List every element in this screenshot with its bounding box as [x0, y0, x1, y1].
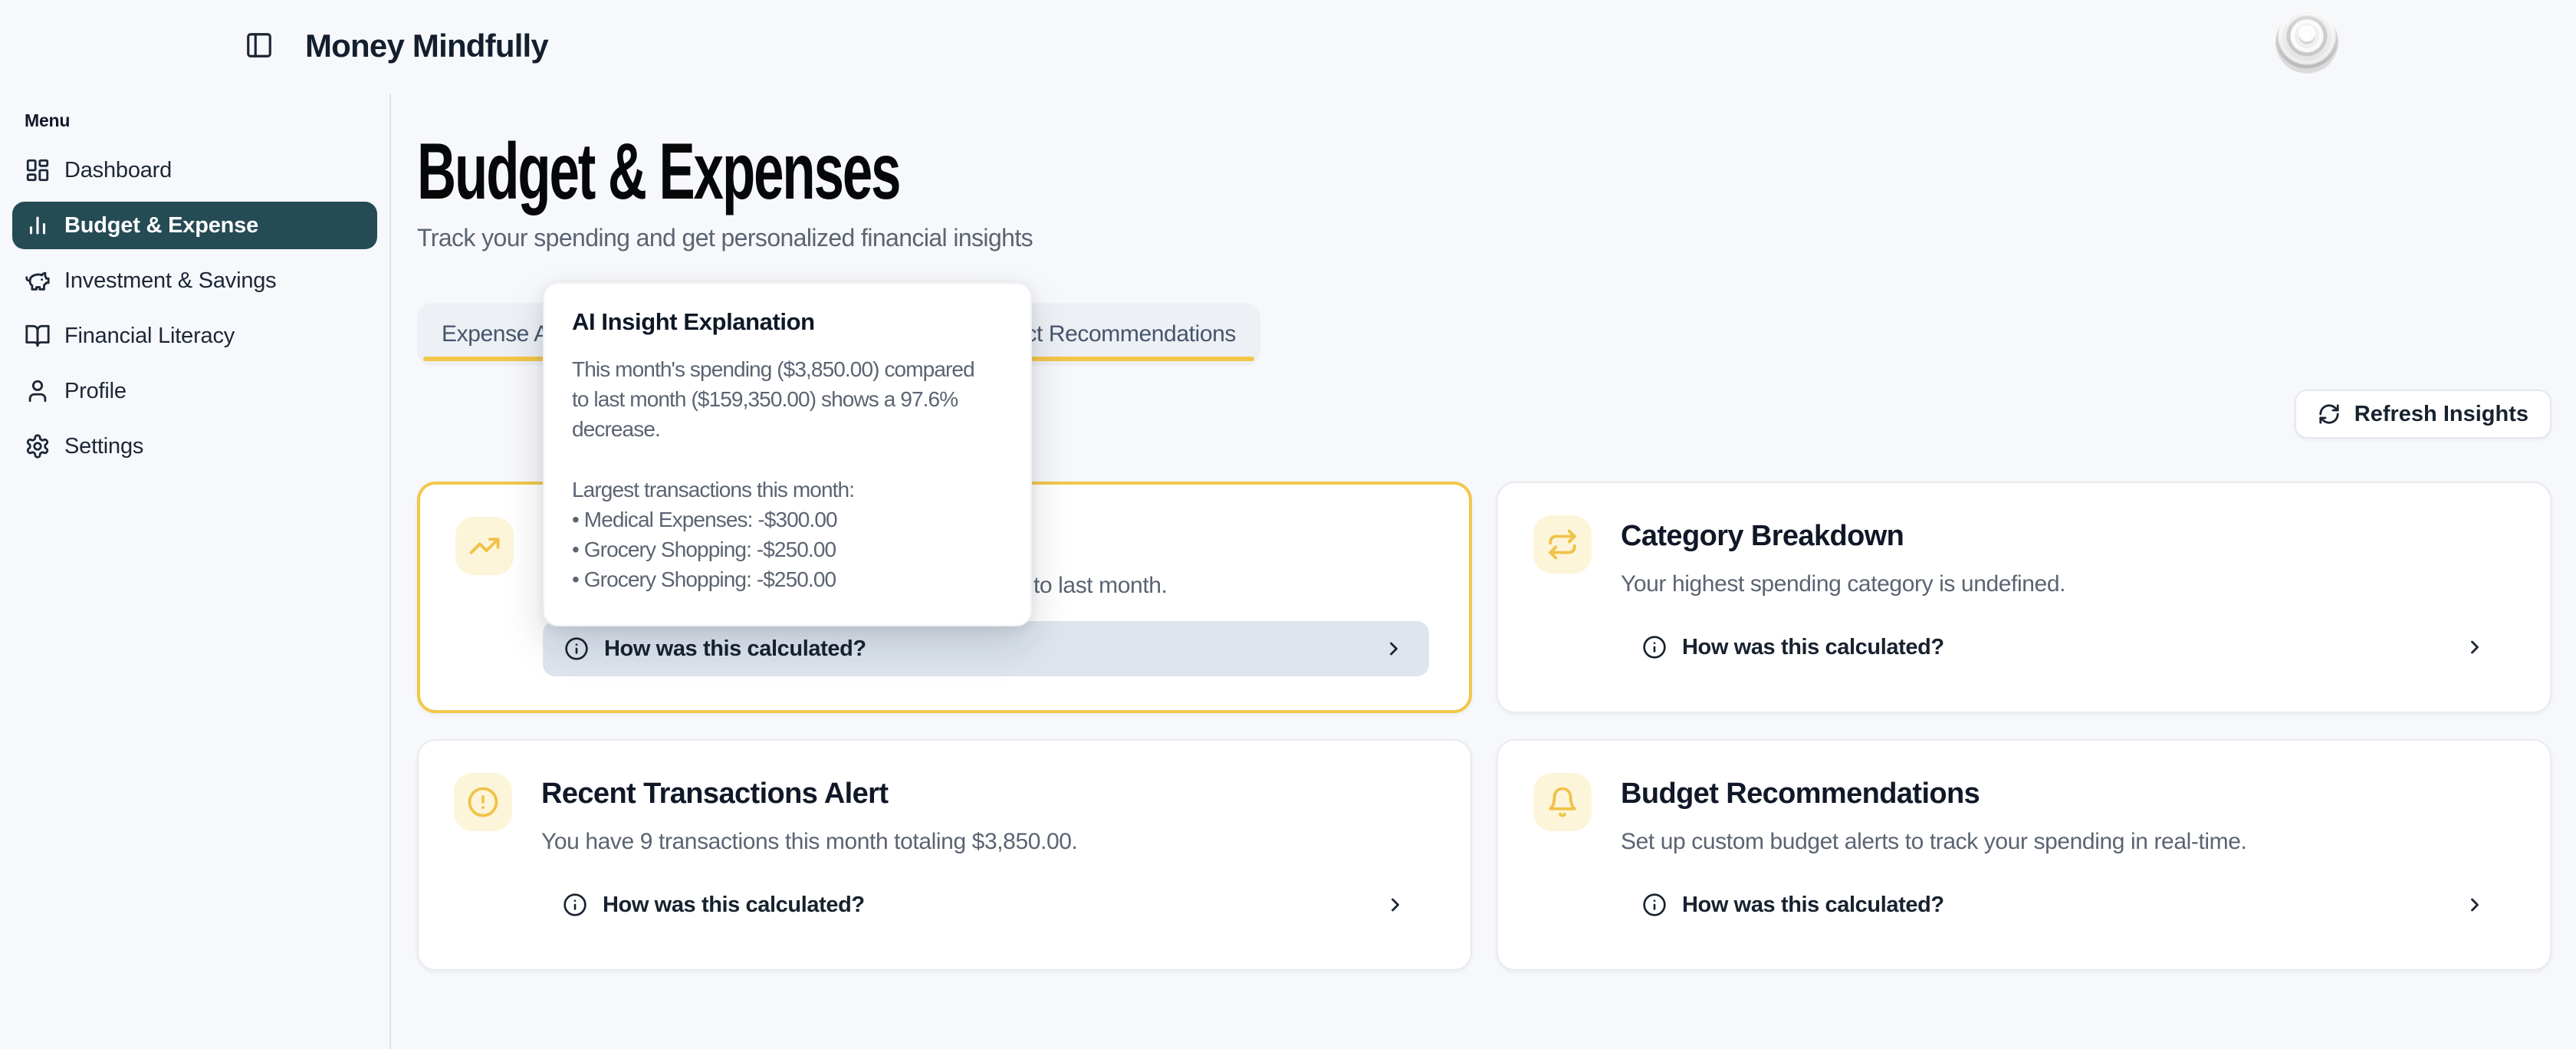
page-subtitle: Track your spending and get personalized… [417, 224, 2551, 252]
gear-icon [25, 433, 51, 459]
book-open-icon [25, 323, 51, 349]
sidebar-item-profile[interactable]: Profile [12, 367, 377, 415]
how-was-this-calculated-link[interactable]: How was this calculated? [541, 877, 1431, 932]
card-description: You have 9 transactions this month total… [541, 827, 1431, 857]
how-was-this-calculated-label: How was this calculated? [1682, 893, 1944, 918]
refresh-icon [2318, 403, 2341, 426]
card-description-fragment: to last month. [1033, 573, 1168, 598]
info-icon [564, 636, 589, 661]
how-was-this-calculated-label: How was this calculated? [603, 893, 865, 918]
how-was-this-calculated-link[interactable]: How was this calculated? [1621, 877, 2510, 932]
ai-insight-tooltip: AI Insight Explanation This month's spen… [543, 282, 1032, 626]
card-body: Recent Transactions Alert You have 9 tra… [541, 776, 1431, 857]
sidebar-item-settings[interactable]: Settings [12, 423, 377, 470]
tooltip-paragraph-1: This month's spending ($3,850.00) compar… [572, 354, 1003, 444]
card-body: Category Breakdown Your highest spending… [1621, 518, 2510, 600]
tooltip-paragraph-2: Largest transactions this month: • Medic… [572, 475, 1003, 594]
sidebar-menu-label: Menu [25, 110, 389, 131]
chevron-right-icon [1385, 894, 1406, 916]
main-layout: Menu Dashboard Budget & Expense Investme… [0, 94, 2576, 1049]
sidebar-item-investment-savings[interactable]: Investment & Savings [12, 257, 377, 304]
card-category-breakdown[interactable]: Category Breakdown Your highest spending… [1497, 482, 2551, 713]
card-title: Recent Transactions Alert [541, 776, 1431, 811]
piggy-bank-icon [25, 268, 51, 294]
card-title: Category Breakdown [1621, 518, 2510, 554]
card-title: Budget Recommendations [1621, 776, 2510, 811]
bell-icon [1533, 773, 1592, 831]
page-title: Budget & Expenses [417, 132, 1868, 212]
sidebar-item-label: Investment & Savings [64, 268, 276, 294]
info-icon [1642, 635, 1667, 659]
app-root: Money Mindfully Menu Dashboard Budget & … [0, 0, 2576, 1049]
sidebar-item-label: Financial Literacy [64, 324, 235, 349]
top-bar: Money Mindfully [0, 0, 2576, 94]
alert-circle-icon [454, 773, 512, 831]
sidebar-item-label: Dashboard [64, 158, 172, 183]
sidebar-item-label: Settings [64, 434, 143, 459]
chevron-right-icon [2464, 636, 2486, 658]
sidebar-item-label: Budget & Expense [64, 213, 258, 238]
chevron-right-icon [2464, 894, 2486, 916]
sidebar-item-dashboard[interactable]: Dashboard [12, 146, 377, 194]
bar-chart-icon [25, 212, 51, 238]
how-was-this-calculated-link[interactable]: How was this calculated? [1621, 620, 2510, 675]
tooltip-title: AI Insight Explanation [572, 308, 1003, 336]
info-icon [1642, 893, 1667, 917]
trending-up-icon [455, 517, 514, 575]
card-description: Your highest spending category is undefi… [1621, 569, 2510, 600]
chevron-right-icon [1383, 638, 1405, 659]
sidebar-item-label: Profile [64, 379, 127, 404]
how-was-this-calculated-link[interactable]: How was this calculated? [543, 621, 1429, 676]
card-recent-transactions-alert[interactable]: Recent Transactions Alert You have 9 tra… [417, 739, 1472, 971]
card-budget-recommendations[interactable]: Budget Recommendations Set up custom bud… [1497, 739, 2551, 971]
refresh-insights-label: Refresh Insights [2354, 402, 2528, 427]
app-title: Money Mindfully [305, 28, 548, 64]
how-was-this-calculated-label: How was this calculated? [604, 636, 866, 662]
how-was-this-calculated-label: How was this calculated? [1682, 635, 1944, 660]
info-icon [563, 893, 587, 917]
sidebar-item-budget-expense[interactable]: Budget & Expense [12, 202, 377, 249]
refresh-insights-button[interactable]: Refresh Insights [2295, 390, 2551, 439]
repeat-icon [1533, 515, 1592, 574]
card-description: Set up custom budget alerts to track you… [1621, 827, 2510, 857]
card-body: Budget Recommendations Set up custom bud… [1621, 776, 2510, 857]
sidebar-toggle-button[interactable] [238, 26, 281, 69]
user-avatar[interactable] [2275, 11, 2338, 74]
panel-left-icon [245, 31, 274, 65]
user-icon [25, 378, 51, 404]
dashboard-icon [25, 157, 51, 183]
sidebar: Menu Dashboard Budget & Expense Investme… [0, 94, 391, 1049]
sidebar-item-financial-literacy[interactable]: Financial Literacy [12, 312, 377, 360]
